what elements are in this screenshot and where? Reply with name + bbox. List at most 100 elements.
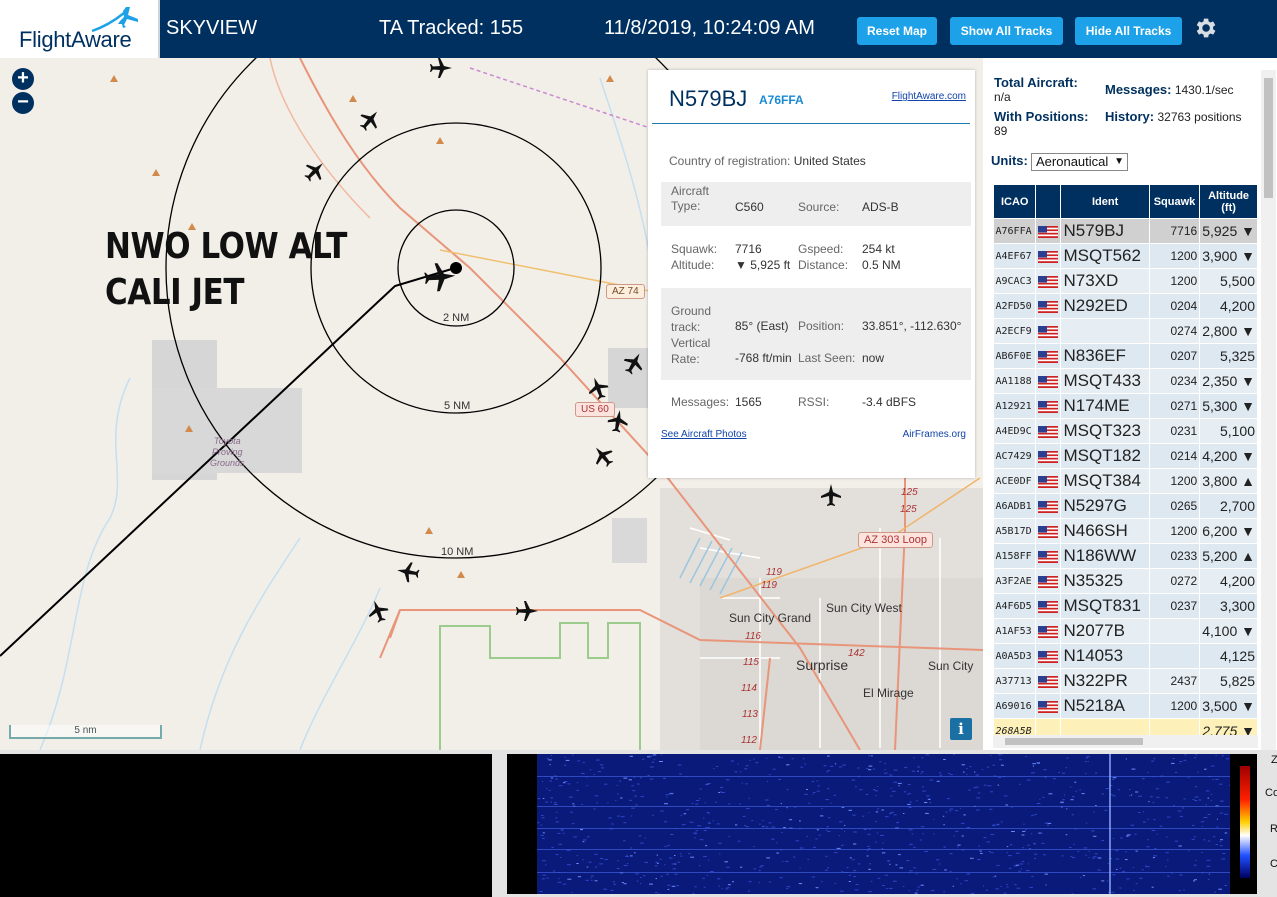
- table-row[interactable]: A4F6D5 MSQT831 0237 3,300: [993, 593, 1258, 619]
- cell-ident: N14053: [1060, 643, 1150, 669]
- reset-map-button[interactable]: Reset Map: [857, 17, 937, 45]
- cell-ident: N186WW: [1060, 543, 1150, 569]
- cell-squawk: 1200: [1149, 268, 1201, 294]
- col-flag[interactable]: [1035, 184, 1062, 219]
- cell-flag: [1035, 418, 1062, 444]
- table-row[interactable]: A12921 N174ME 0271 5,300 ▼: [993, 393, 1258, 419]
- table-row[interactable]: A0A5D3 N14053 4,125: [993, 643, 1258, 669]
- col-icao[interactable]: ICAO: [992, 184, 1037, 219]
- airframes-link[interactable]: AirFrames.org: [903, 429, 966, 440]
- units-select[interactable]: Aeronautical ▼: [1031, 153, 1128, 171]
- cell-squawk: [1149, 643, 1201, 669]
- table-row[interactable]: AB6F0E N836EF 0207 5,325: [993, 343, 1258, 369]
- position-label: Position:: [798, 319, 845, 333]
- table-row[interactable]: A2ECF9 0274 2,800 ▼: [993, 318, 1258, 344]
- cell-squawk: 0234: [1149, 368, 1201, 394]
- cell-squawk: 1200: [1149, 518, 1201, 544]
- cell-altitude: 5,500: [1199, 268, 1258, 294]
- us-flag-icon: [1038, 326, 1059, 339]
- cell-ident: [1060, 318, 1150, 344]
- table-row[interactable]: A2FD50 N292ED 0204 4,200: [993, 293, 1258, 319]
- aircraft-photos-link[interactable]: See Aircraft Photos: [661, 429, 747, 440]
- table-row[interactable]: AC7429 MSQT182 0214 4,200 ▼: [993, 443, 1258, 469]
- table-row[interactable]: A37713 N322PR 2437 5,825: [993, 668, 1258, 694]
- cell-ident: N836EF: [1060, 343, 1150, 369]
- units-value: Aeronautical: [1036, 154, 1109, 169]
- show-all-tracks-button[interactable]: Show All Tracks: [950, 17, 1063, 45]
- table-row[interactable]: A76FFA N579BJ 7716 5,925 ▼: [993, 218, 1258, 244]
- aircraft-table: ICAO Ident Squawk Altitude (ft) A76FFA N5…: [992, 184, 1258, 744]
- hide-all-tracks-button[interactable]: Hide All Tracks: [1075, 17, 1182, 45]
- col-ident[interactable]: Ident: [1060, 184, 1150, 219]
- col-altitude[interactable]: Altitude (ft): [1199, 184, 1258, 219]
- cell-altitude: 3,900 ▼: [1199, 243, 1258, 269]
- cell-flag: [1035, 643, 1062, 669]
- messages-rate-label: Messages:: [1105, 82, 1172, 97]
- table-row[interactable]: A1AF53 N2077B 4,100 ▼: [993, 618, 1258, 644]
- cell-squawk: 0272: [1149, 568, 1201, 594]
- table-row[interactable]: A9CAC3 N73XD 1200 5,500: [993, 268, 1258, 294]
- cell-squawk: 2437: [1149, 668, 1201, 694]
- scrollbar-thumb[interactable]: [1005, 738, 1143, 745]
- zoom-out-button[interactable]: −: [12, 92, 34, 114]
- vertical-scrollbar[interactable]: [1261, 70, 1276, 750]
- position-value: 33.851°, -112.630°: [862, 319, 962, 333]
- zoom-in-button[interactable]: +: [12, 68, 34, 90]
- table-row[interactable]: A4ED9C MSQT323 0231 5,100: [993, 418, 1258, 444]
- aircraft-icon[interactable]: [588, 441, 618, 471]
- us-flag-icon: [1038, 701, 1059, 714]
- col-squawk[interactable]: Squawk: [1148, 184, 1201, 219]
- selected-aircraft-icon[interactable]: [423, 261, 457, 293]
- aircraft-icon[interactable]: [300, 156, 330, 186]
- cell-altitude: 5,325: [1199, 343, 1258, 369]
- table-row[interactable]: AA1188 MSQT433 0234 2,350 ▼: [993, 368, 1258, 394]
- aircraft-icon[interactable]: [395, 560, 421, 584]
- total-aircraft-value: n/a: [994, 90, 1011, 104]
- us-flag-icon: [1038, 251, 1059, 264]
- aircraft-icon[interactable]: [516, 601, 538, 621]
- cell-squawk: 0233: [1149, 543, 1201, 569]
- side-label: C: [1270, 858, 1277, 870]
- cell-icao: A1AF53: [993, 618, 1037, 644]
- history-value: 32763 positions: [1157, 110, 1242, 124]
- lastseen-value: now: [862, 351, 885, 365]
- table-row[interactable]: A5B17D N466SH 1200 6,200 ▼: [993, 518, 1258, 544]
- flightaware-link[interactable]: FlightAware.com: [892, 91, 966, 102]
- us-flag-icon: [1038, 351, 1059, 364]
- aircraft-icon[interactable]: [355, 105, 385, 135]
- table-row[interactable]: A6ADB1 N5297G 0265 2,700: [993, 493, 1258, 519]
- cell-ident: MSQT384: [1060, 468, 1150, 494]
- cell-flag: [1035, 618, 1062, 644]
- cell-altitude: 4,100 ▼: [1199, 618, 1258, 644]
- gear-icon[interactable]: [1192, 15, 1218, 41]
- horizontal-scrollbar[interactable]: [993, 735, 1258, 748]
- cell-ident: MSQT562: [1060, 243, 1150, 269]
- us-flag-icon: [1038, 601, 1059, 614]
- flightaware-logo[interactable]: FlightAware: [0, 0, 160, 58]
- table-row[interactable]: ACE0DF MSQT384 1200 3,800 ▲: [993, 468, 1258, 494]
- cell-flag: [1035, 518, 1062, 544]
- us-flag-icon: [1038, 301, 1059, 314]
- aircraft-icon[interactable]: [364, 597, 392, 625]
- cell-icao: A9CAC3: [993, 268, 1037, 294]
- cell-flag: [1035, 568, 1062, 594]
- aircraft-icon[interactable]: [430, 58, 452, 78]
- track-position-row: Ground track: 85° (East) Position: 33.85…: [661, 288, 971, 380]
- table-row[interactable]: A69016 N5218A 1200 3,500 ▼: [993, 693, 1258, 719]
- us-flag-icon: [1038, 451, 1059, 464]
- aircraft-icon[interactable]: [619, 348, 649, 378]
- gspeed-value: 254 kt: [862, 242, 895, 256]
- map-info-button[interactable]: i: [950, 718, 972, 740]
- road-shield-az303: AZ 303 Loop: [858, 532, 933, 548]
- cell-ident: N322PR: [1060, 668, 1150, 694]
- aircraft-icon[interactable]: [821, 484, 841, 506]
- table-row[interactable]: A3F2AE N35325 0272 4,200: [993, 568, 1258, 594]
- table-row[interactable]: A4EF67 MSQT562 1200 3,900 ▼: [993, 243, 1258, 269]
- us-flag-icon: [1038, 426, 1059, 439]
- aircraft-icon[interactable]: [584, 374, 612, 402]
- cell-icao: A6ADB1: [993, 493, 1037, 519]
- cell-altitude: 5,200 ▲: [1199, 543, 1258, 569]
- table-row[interactable]: A158FF N186WW 0233 5,200 ▲: [993, 543, 1258, 569]
- scrollbar-thumb[interactable]: [1264, 78, 1273, 198]
- cell-squawk: 0274: [1149, 318, 1201, 344]
